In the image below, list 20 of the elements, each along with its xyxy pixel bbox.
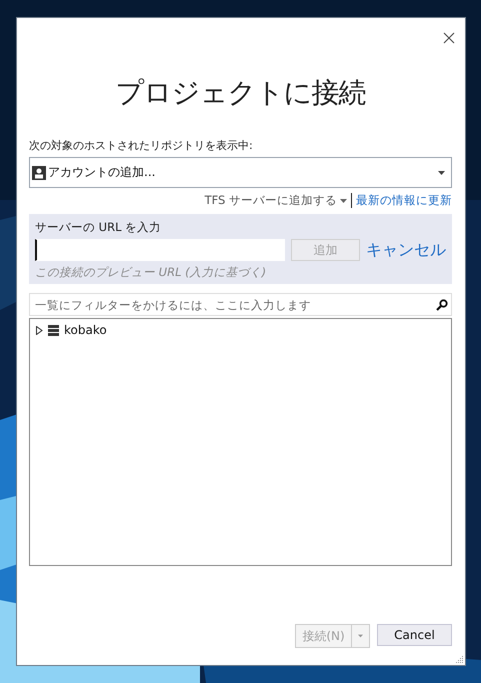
close-button[interactable] <box>441 30 457 46</box>
cancel-link[interactable]: キャンセル <box>366 240 446 260</box>
cancel-button[interactable]: Cancel <box>377 624 452 646</box>
expander-icon[interactable] <box>36 326 43 334</box>
add-server-menu[interactable]: TFS サーバーに追加する <box>204 193 347 208</box>
server-url-label: サーバーの URL を入力 <box>35 220 162 235</box>
tree-item[interactable]: kobako <box>36 323 445 337</box>
caret-icon <box>438 170 445 174</box>
refresh-link[interactable]: 最新の情報に更新 <box>356 193 452 208</box>
server-icon <box>48 324 59 336</box>
account-dropdown[interactable]: アカウントの追加... <box>29 157 452 188</box>
url-input-field[interactable] <box>35 239 286 261</box>
filter-field[interactable]: 一覧にフィルターをかけるには、ここに入力します <box>29 293 452 316</box>
repository-label: 次の対象のホストされたリポジトリを表示中: <box>29 138 254 153</box>
tree-item-label: kobako <box>64 323 107 337</box>
account-icon <box>32 166 46 180</box>
dialog-title: プロジェクトに接続 <box>114 75 366 111</box>
caret-icon <box>358 634 363 638</box>
preview-url-hint: この接続のプレビュー URL (入力に基づく) <box>35 265 268 280</box>
search-icon <box>436 298 448 310</box>
